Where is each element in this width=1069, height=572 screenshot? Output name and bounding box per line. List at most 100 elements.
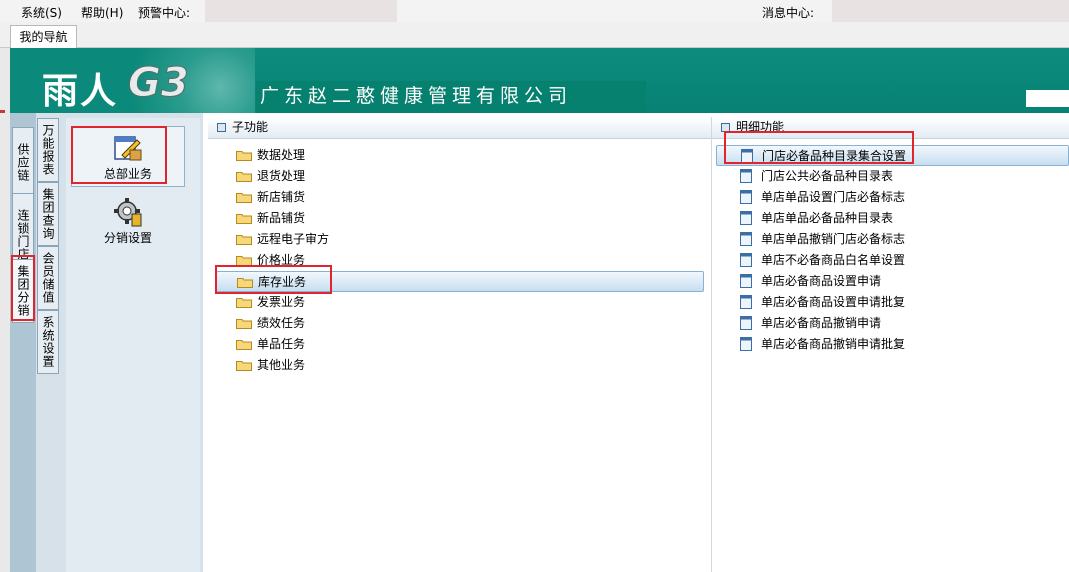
detail-function-item[interactable]: 单店单品必备品种目录表	[716, 208, 1069, 229]
detail-function-column: 明细功能 门店必备品种目录集合设置 门店公共必备品种目录表 单店单品设置门店必备标志…	[712, 117, 1069, 572]
side-tab-member-deposit[interactable]: 会员储值	[37, 246, 59, 310]
folder-icon	[236, 193, 252, 203]
detail-function-item[interactable]: 单店单品撤销门店必备标志	[716, 229, 1069, 250]
brand-name: 雨人	[42, 70, 119, 112]
item-label: 单店不必备商品白名单设置	[761, 253, 906, 267]
item-label: 发票业务	[257, 295, 306, 309]
sub-function-header: 子功能	[208, 117, 711, 139]
detail-function-item[interactable]: 单店必备商品撤销申请批复	[716, 334, 1069, 355]
menu-system[interactable]: 系统(S)	[21, 4, 62, 21]
left-edge-strip	[0, 113, 10, 572]
sub-function-item[interactable]: 其他业务	[216, 355, 704, 376]
sub-function-item[interactable]: 数据处理	[216, 145, 704, 166]
function-icon-panel: 总部业务 分销设置	[60, 113, 203, 572]
item-label: 单店单品设置门店必备标志	[761, 190, 906, 204]
item-label: 新品铺货	[257, 211, 306, 225]
tab-strip: 我的导航	[0, 22, 1069, 48]
header-square-icon	[217, 123, 226, 132]
sub-function-column: 子功能 数据处理退货处理新店铺货新品铺货远程电子审方 价格业务库存业务发票业务绩效…	[208, 117, 712, 572]
banner-field[interactable]	[1026, 90, 1069, 107]
item-label: 数据处理	[257, 148, 306, 162]
folder-icon	[236, 235, 252, 245]
document-icon	[740, 169, 752, 183]
detail-function-item[interactable]: 单店不必备商品白名单设置	[716, 250, 1069, 271]
folder-icon	[236, 319, 252, 329]
detail-function-header: 明细功能	[712, 117, 1069, 139]
side-tabs-inner: 万能报表 集团查询 会员储值 系统设置	[36, 113, 60, 572]
document-icon	[740, 316, 752, 330]
side-tab-system-settings[interactable]: 系统设置	[37, 310, 59, 374]
folder-icon	[236, 256, 252, 266]
side-tab-group-query[interactable]: 集团查询	[37, 182, 59, 246]
item-label: 门店必备品种目录集合设置	[762, 149, 907, 163]
side-tabs-outer: 供应链 连锁门店 集团分销	[10, 113, 36, 572]
item-label: 门店公共必备品种目录表	[761, 169, 894, 183]
folder-icon	[236, 151, 252, 161]
header-square-icon	[721, 123, 730, 132]
app-banner: 雨人 G3 广东赵二憨健康管理有限公司	[0, 48, 1069, 113]
side-tab-group-distribution[interactable]: 集团分销	[12, 259, 34, 323]
icon-distribution-settings-label: 分销设置	[103, 231, 152, 245]
detail-function-item[interactable]: 门店公共必备品种目录表	[716, 166, 1069, 187]
folder-icon	[236, 298, 252, 308]
item-label: 单品任务	[257, 337, 306, 351]
alert-center-field[interactable]	[205, 0, 397, 22]
item-label: 退货处理	[257, 169, 306, 183]
document-icon	[741, 149, 753, 163]
company-name: 广东赵二憨健康管理有限公司	[256, 81, 646, 113]
document-icon	[740, 253, 752, 267]
sub-function-item[interactable]: 退货处理	[216, 166, 704, 187]
item-label: 绩效任务	[257, 316, 306, 330]
item-label: 库存业务	[258, 275, 307, 289]
sub-function-item[interactable]: 新店铺货	[216, 187, 704, 208]
item-label: 单店单品撤销门店必备标志	[761, 232, 906, 246]
menu-help[interactable]: 帮助(H)	[81, 4, 123, 21]
document-icon	[740, 232, 752, 246]
item-label: 单店必备商品设置申请	[761, 274, 882, 288]
icon-headquarters-business-label: 总部业务	[103, 167, 152, 181]
detail-function-item[interactable]: 单店必备商品设置申请	[716, 271, 1069, 292]
folder-icon	[236, 340, 252, 350]
sub-function-header-label: 子功能	[232, 120, 269, 134]
detail-function-item[interactable]: 单店必备商品设置申请批复	[716, 292, 1069, 313]
tab-my-navigation[interactable]: 我的导航	[10, 25, 77, 48]
item-label: 远程电子审方	[257, 232, 330, 246]
sub-function-item[interactable]: 单品任务	[216, 334, 704, 355]
document-icon	[740, 295, 752, 309]
detail-function-item[interactable]: 单店必备商品撤销申请	[716, 313, 1069, 334]
folder-icon	[236, 361, 252, 371]
item-label: 新店铺货	[257, 190, 306, 204]
sub-function-item[interactable]: 发票业务	[216, 292, 704, 313]
item-label: 单店必备商品设置申请批复	[761, 295, 906, 309]
detail-function-header-label: 明细功能	[736, 120, 785, 134]
item-label: 价格业务	[257, 253, 306, 267]
gear-settings-icon	[114, 198, 142, 227]
side-tab-supply-chain[interactable]: 供应链	[12, 127, 34, 197]
item-label: 单店单品必备品种目录表	[761, 211, 894, 225]
document-icon	[740, 337, 752, 351]
alert-center-label: 预警中心:	[138, 6, 191, 20]
item-label: 其他业务	[257, 358, 306, 372]
side-tab-universal-reports[interactable]: 万能报表	[37, 118, 59, 182]
sub-function-item[interactable]: 价格业务	[216, 250, 704, 271]
document-icon	[740, 211, 752, 225]
g3-logo: G3	[128, 60, 190, 107]
sub-function-item[interactable]: 远程电子审方	[216, 229, 704, 250]
banner-edge	[0, 48, 10, 113]
sub-function-item[interactable]: 绩效任务	[216, 313, 704, 334]
item-label: 单店必备商品撤销申请	[761, 316, 882, 330]
edit-document-icon	[114, 136, 142, 161]
menu-bar: 系统(S) 帮助(H) 预警中心: 消息中心:	[0, 0, 1069, 22]
icon-headquarters-business[interactable]: 总部业务	[71, 126, 185, 187]
icon-distribution-settings[interactable]: 分销设置	[71, 191, 185, 252]
item-label: 单店必备商品撤销申请批复	[761, 337, 906, 351]
message-center-field[interactable]	[832, 0, 1069, 22]
folder-icon	[237, 278, 253, 288]
detail-function-item[interactable]: 门店必备品种目录集合设置	[716, 145, 1069, 166]
detail-function-item[interactable]: 单店单品设置门店必备标志	[716, 187, 1069, 208]
document-icon	[740, 274, 752, 288]
document-icon	[740, 190, 752, 204]
sub-function-item[interactable]: 库存业务	[216, 271, 704, 292]
folder-icon	[236, 172, 252, 182]
sub-function-item[interactable]: 新品铺货	[216, 208, 704, 229]
